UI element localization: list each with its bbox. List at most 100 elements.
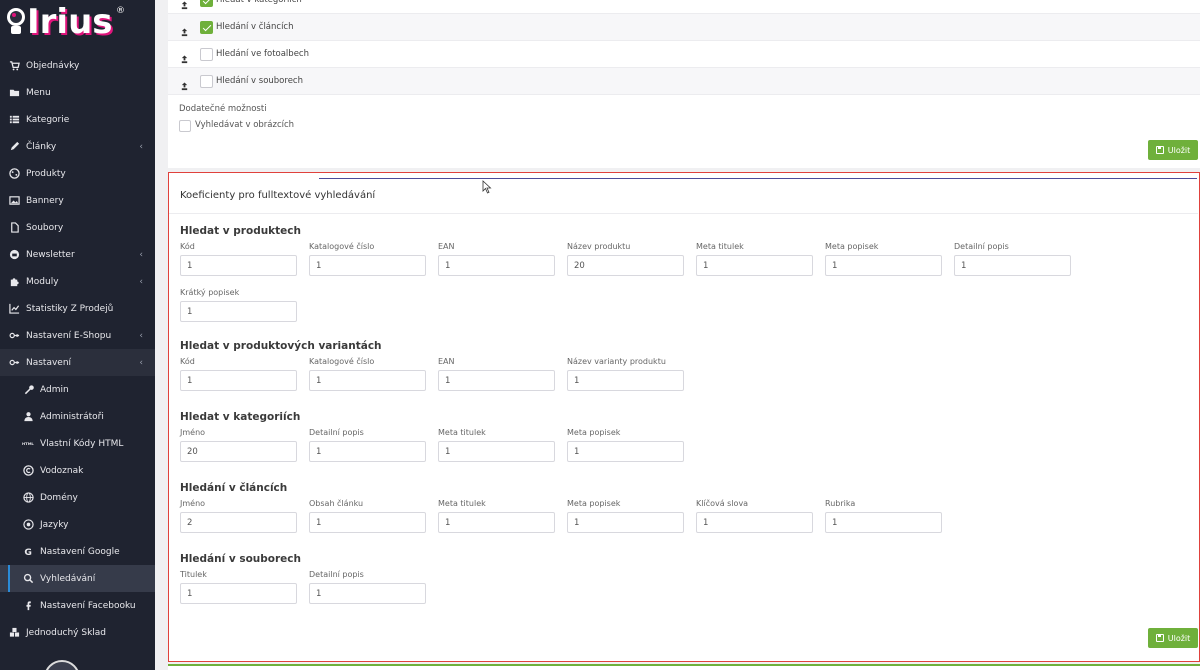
chevron-left-icon: ‹ [139,276,143,287]
coefficient-input-meta-popisek[interactable]: 1 [567,512,684,533]
coefficient-input-titulek[interactable]: 1 [180,583,297,604]
sidebar-item-jednoduchy-sklad[interactable]: Jednoduchý Sklad [0,619,155,646]
coefficient-input-meta-titulek[interactable]: 1 [438,441,555,462]
floppy-disk-icon [1155,634,1164,642]
drag-handle-icon[interactable] [180,0,190,10]
coefficient-input-detailni-popis[interactable]: 1 [309,583,426,604]
coefficient-input-detailni-popis[interactable]: 1 [309,441,426,462]
sidebar-item-objednavky[interactable]: Objednávky [0,52,155,79]
save-button-coefficients[interactable]: Uložit [1148,628,1198,648]
search-option-row: Hledat v kategoriích [168,0,1200,14]
coefficient-input-detailni-popis[interactable]: 1 [954,255,1071,276]
sidebar-item-label: Moduly [26,276,59,287]
coefficient-input-katalogove-cislo[interactable]: 1 [309,255,426,276]
drag-handle-icon[interactable] [180,76,190,91]
divider [169,213,1198,214]
coefficient-input-jmeno[interactable]: 2 [180,512,297,533]
coefficient-input-meta-popisek[interactable]: 1 [567,441,684,462]
extra-options-title: Dodatečné možnosti [179,104,267,114]
astronaut-logo-icon [7,8,25,34]
dice-icon [8,168,20,180]
sidebar-item-label: Jednoduchý Sklad [26,627,107,638]
coefficient-input-ean[interactable]: 1 [438,255,555,276]
search-in-images-checkbox[interactable] [179,120,191,132]
sidebar-item-label: Soubory [26,222,64,233]
field-label: Jméno [180,499,206,508]
search-option-row: Hledání ve fotoalbech [168,41,1200,68]
sidebar-subitem-vyhledavani[interactable]: Vyhledávání [0,565,155,592]
search-option-checkbox[interactable] [200,47,213,61]
drag-handle-icon[interactable] [180,22,190,37]
coefficient-input-meta-titulek[interactable]: 1 [438,512,555,533]
sidebar-item-label: Produkty [26,168,66,179]
coefficient-input-kod[interactable]: 1 [180,370,297,391]
sidebar-subitem-nastaveni-google[interactable]: G Nastavení Google [0,538,155,565]
sidebar-item-menu[interactable]: Menu [0,79,155,106]
drag-handle-icon[interactable] [180,49,190,64]
field-label: Jméno [180,428,206,437]
field-label: Krátký popisek [180,288,240,297]
coefficient-input-kod[interactable]: 1 [180,255,297,276]
field-label: Titulek [180,570,207,579]
sidebar-subitem-nastaveni-facebooku[interactable]: Nastavení Facebooku [0,592,155,619]
sidebar-subitem-admin[interactable]: Admin [0,376,155,403]
registered-mark: ® [116,6,125,16]
coefficient-input-katalogove-cislo[interactable]: 1 [309,370,426,391]
sidebar-item-bannery[interactable]: Bannery [0,187,155,214]
sidebar-subitem-domeny[interactable]: Domény [0,484,155,511]
sidebar-item-nastaveni[interactable]: Nastavení ‹ [0,349,155,376]
save-button-top[interactable]: Uložit [1148,140,1198,160]
sidebar-item-clanky[interactable]: Články ‹ [0,133,155,160]
field-label: Rubrika [825,499,856,508]
search-option-row: Hledání v článcích [168,14,1200,41]
sidebar: Irius ® Objednávky Menu Kategorie Články ‹ Pr… [0,0,155,670]
sidebar-subitem-label: Vodoznak [40,465,84,476]
coefficient-input-obsah-clanku[interactable]: 1 [309,512,426,533]
google-icon: G [22,546,34,558]
field-label: Meta titulek [438,499,486,508]
sidebar-item-label: Nastavení E-Shopu [26,330,112,341]
sidebar-item-label: Nastavení [26,357,72,368]
field-label: Název produktu [567,242,631,251]
sidebar-item-moduly[interactable]: Moduly ‹ [0,268,155,295]
coefficient-input-jmeno[interactable]: 20 [180,441,297,462]
field-label: EAN [438,357,455,366]
search-option-checkbox[interactable] [200,20,213,34]
sidebar-item-soubory[interactable]: Soubory [0,214,155,241]
group-title-hledani-v-clancich: Hledání v článcích [180,482,288,494]
sidebar-item-label: Kategorie [26,114,70,125]
sidebar-item-produkty[interactable]: Produkty [0,160,155,187]
search-option-checkbox[interactable] [200,74,213,88]
sidebar-item-newsletter[interactable]: Newsletter ‹ [0,241,155,268]
sidebar-item-kategorie[interactable]: Kategorie [0,106,155,133]
field-label: Název varianty produktu [567,357,666,366]
coefficient-input-rubrika[interactable]: 1 [825,512,942,533]
sidebar-subitem-administratori[interactable]: Administrátoři [0,403,155,430]
search-option-checkbox[interactable] [200,0,213,7]
brand-logo[interactable]: Irius ® [0,0,155,48]
sidebar-subitem-jazyky[interactable]: Jazyky [0,511,155,538]
coefficient-input-nazev-varianty-produktu[interactable]: 1 [567,370,684,391]
coefficient-input-kratky-popisek[interactable]: 1 [180,301,297,322]
main-content: Hledat v kategoriích Hledání v článcích Hl… [168,0,1200,670]
pen-icon [8,141,20,153]
coefficient-input-ean[interactable]: 1 [438,370,555,391]
sidebar-subitem-label: Jazyky [40,519,69,530]
next-card-edge [168,664,1200,670]
sidebar-item-statistiky-z-prodeju[interactable]: Statistiky Z Prodejů [0,295,155,322]
toggle-icon [8,357,20,369]
folder-icon [8,87,20,99]
facebook-icon [22,600,34,612]
sidebar-subitem-label: Administrátoři [40,411,104,422]
field-label: Detailní popis [309,570,364,579]
coefficient-input-meta-titulek[interactable]: 1 [696,255,813,276]
avatar[interactable] [44,660,80,670]
chevron-left-icon: ‹ [139,141,143,152]
coefficient-input-meta-popisek[interactable]: 1 [825,255,942,276]
sidebar-item-nastaveni-e-shopu[interactable]: Nastavení E-Shopu ‹ [0,322,155,349]
sidebar-subitem-vodoznak[interactable]: Vodoznak [0,457,155,484]
search-option-label: Hledání ve fotoalbech [216,49,309,59]
coefficient-input-klicova-slova[interactable]: 1 [696,512,813,533]
coefficient-input-nazev-produktu[interactable]: 20 [567,255,684,276]
sidebar-subitem-vlastni-kody-html[interactable]: HTML Vlastní Kódy HTML [0,430,155,457]
